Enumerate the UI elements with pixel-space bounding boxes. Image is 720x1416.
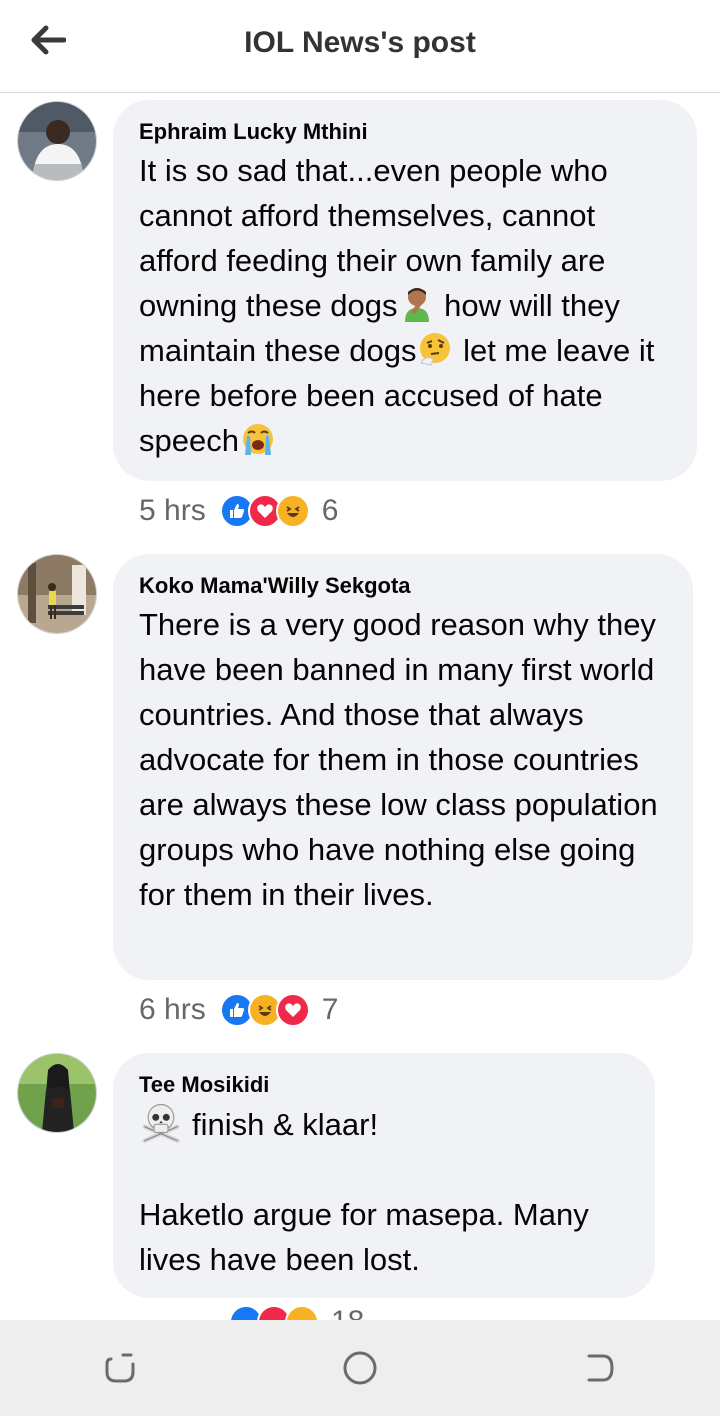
haha-reaction-icon — [275, 494, 310, 528]
comment-meta: 6 hrs 7 — [139, 993, 338, 1027]
thinking-emoji — [420, 333, 451, 366]
reactions-summary[interactable] — [219, 993, 310, 1027]
avatar[interactable] — [17, 1053, 97, 1133]
top-bar: IOL News's post — [0, 0, 720, 93]
recents-button[interactable] — [90, 1338, 150, 1398]
comment-text: finish & klaar! Haketlo argue for masepa… — [139, 1101, 629, 1282]
avatar[interactable] — [17, 554, 97, 634]
comment-time[interactable]: 5 hrs — [139, 494, 206, 528]
home-circle-icon — [343, 1351, 377, 1385]
comment-meta: 5 hrs 6 — [139, 494, 338, 528]
system-navigation-bar — [0, 1320, 720, 1416]
comment-text-line: Haketlo argue for masepa. Many lives hav… — [139, 1197, 589, 1277]
comment-time[interactable]: 6 hrs — [139, 993, 206, 1027]
comment-text-line: finish & klaar! — [192, 1107, 379, 1142]
avatar[interactable] — [17, 101, 97, 181]
comment-author[interactable]: Tee Mosikidi — [139, 1071, 629, 1099]
home-button[interactable] — [330, 1338, 390, 1398]
love-reaction-icon — [275, 993, 310, 1027]
comment-author[interactable]: Koko Mama'Willy Sekgota — [139, 572, 667, 600]
man-facepalming-emoji — [404, 288, 429, 322]
crying-emoji — [242, 424, 273, 455]
comment-bubble: Ephraim Lucky Mthini It is so sad that..… — [113, 100, 697, 481]
comment-text: It is so sad that...even people who cann… — [139, 148, 671, 463]
reaction-count[interactable]: 6 — [322, 494, 339, 528]
comment-text: There is a very good reason why they hav… — [139, 607, 658, 912]
back-nav-button[interactable] — [570, 1338, 630, 1398]
comment-author[interactable]: Ephraim Lucky Mthini — [139, 118, 671, 146]
comment-bubble: Koko Mama'Willy Sekgota There is a very … — [113, 554, 693, 980]
back-nav-icon — [587, 1354, 614, 1382]
reaction-count[interactable]: 7 — [322, 993, 339, 1027]
skull-crossbones-emoji — [142, 1103, 180, 1143]
page-title: IOL News's post — [244, 26, 476, 59]
comment-bubble: Tee Mosikidi finish & klaar! Haketlo arg… — [113, 1053, 655, 1298]
reactions-summary[interactable] — [219, 494, 310, 528]
recents-icon — [105, 1353, 135, 1383]
